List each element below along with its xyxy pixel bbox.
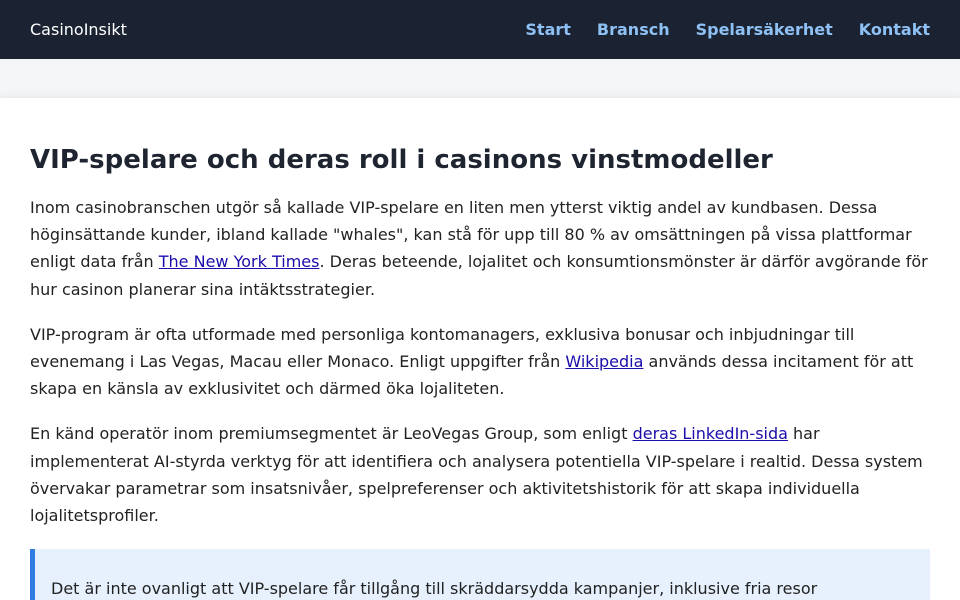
top-navigation-bar: CasinoInsikt Start Bransch Spelarsäkerhe…	[0, 0, 960, 59]
link-linkedin[interactable]: deras LinkedIn-sida	[633, 424, 788, 443]
article-paragraph-2: VIP-program är ofta utformade med person…	[30, 321, 930, 403]
link-new-york-times[interactable]: The New York Times	[159, 252, 320, 271]
link-wikipedia[interactable]: Wikipedia	[565, 352, 643, 371]
nav-link-spelarsakerhet[interactable]: Spelarsäkerhet	[696, 20, 833, 39]
article-card: VIP-spelare och deras roll i casinons vi…	[0, 98, 960, 600]
site-logo-text[interactable]: CasinoInsikt	[30, 20, 127, 39]
nav-link-kontakt[interactable]: Kontakt	[859, 20, 930, 39]
nav-link-start[interactable]: Start	[525, 20, 571, 39]
nav-link-bransch[interactable]: Bransch	[597, 20, 670, 39]
article-title: VIP-spelare och deras roll i casinons vi…	[30, 145, 773, 175]
main-nav: Start Bransch Spelarsäkerhet Kontakt	[525, 20, 930, 39]
article-paragraph-1: Inom casinobranschen utgör så kallade VI…	[30, 194, 930, 303]
callout-text: Det är inte ovanligt att VIP-spelare får…	[51, 579, 818, 599]
highlight-callout: Det är inte ovanligt att VIP-spelare får…	[30, 549, 930, 600]
paragraph-text: En känd operatör inom premiumsegmentet ä…	[30, 424, 633, 444]
article-paragraph-3: En känd operatör inom premiumsegmentet ä…	[30, 420, 930, 529]
header-spacer-band	[0, 59, 960, 98]
